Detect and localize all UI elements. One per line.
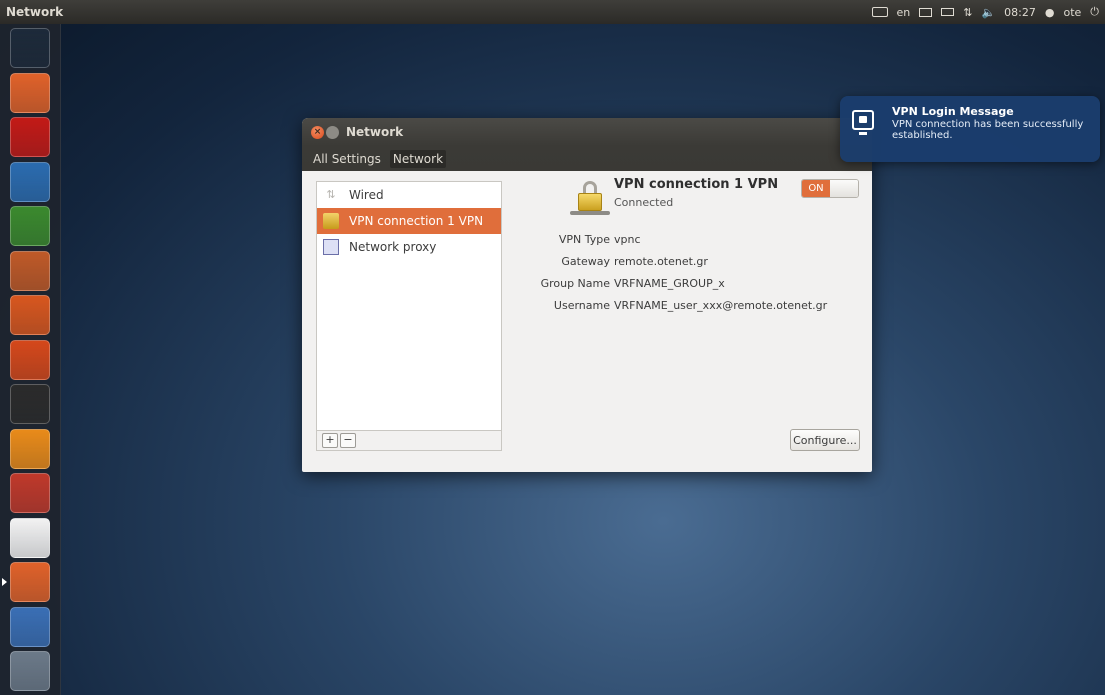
vpn-type-value: vpnc <box>614 233 641 246</box>
dash-icon[interactable] <box>10 28 50 68</box>
notification-title: VPN Login Message <box>892 105 1014 118</box>
network-window: × Network All Settings Network ⇅ Wired V… <box>302 118 872 472</box>
ubuntu-one-icon[interactable] <box>10 339 50 380</box>
toggle-on-label: ON <box>802 180 830 197</box>
configure-button[interactable]: Configure... <box>790 429 860 451</box>
connection-list: ⇅ Wired VPN connection 1 VPN Network pro… <box>316 181 502 451</box>
indicator-area: en ⇅ 🔈 08:27 ● ote ⏻ <box>871 0 1099 24</box>
list-item-label: Wired <box>349 188 384 202</box>
active-app-title: Network <box>6 5 64 19</box>
window-title: Network <box>346 125 404 139</box>
network-settings-icon[interactable] <box>10 562 50 602</box>
user-name[interactable]: ote <box>1063 6 1081 19</box>
vpn-type-label: VPN Type <box>558 233 610 246</box>
vlc-icon[interactable] <box>10 428 50 469</box>
power-icon[interactable]: ⏻ <box>1090 5 1099 19</box>
running-indicator <box>2 578 7 586</box>
workspace-switcher-icon[interactable] <box>10 606 50 647</box>
username-label: Username <box>553 299 610 312</box>
writer-icon[interactable] <box>10 161 50 202</box>
list-item-label: Network proxy <box>349 240 437 254</box>
close-icon[interactable]: × <box>311 126 324 139</box>
window-body: ⇅ Wired VPN connection 1 VPN Network pro… <box>302 171 872 472</box>
wired-icon: ⇅ <box>326 188 336 201</box>
launcher <box>0 24 61 695</box>
text-editor-icon[interactable] <box>10 517 50 558</box>
battery-icon[interactable] <box>941 8 955 16</box>
notification-icon-stand <box>859 132 867 135</box>
opera-icon[interactable] <box>10 117 50 157</box>
system-settings-icon[interactable] <box>10 473 50 513</box>
clock[interactable]: 08:27 <box>1004 6 1036 19</box>
group-name-value: VRFNAME_GROUP_x <box>614 277 725 290</box>
group-name-label: Group Name <box>540 277 610 290</box>
files-icon[interactable] <box>10 72 50 113</box>
minimize-icon[interactable] <box>326 126 339 139</box>
top-panel: Network en ⇅ 🔈 08:27 ● ote ⏻ <box>0 0 1105 24</box>
user-icon[interactable]: ● <box>1045 6 1055 19</box>
software-center-icon[interactable] <box>10 295 50 335</box>
vpn-lock-icon <box>570 181 610 215</box>
toggle-knob[interactable] <box>830 180 858 197</box>
mail-icon[interactable] <box>919 7 933 17</box>
gateway-value: remote.otenet.gr <box>614 255 708 268</box>
breadcrumb-all-settings[interactable]: All Settings <box>310 150 384 168</box>
list-toolbar: + − <box>317 430 501 450</box>
username-value: VRFNAME_user_xxx@remote.otenet.gr <box>614 299 828 312</box>
notification-bubble: VPN Login Message VPN connection has bee… <box>840 96 1100 162</box>
proxy-icon <box>323 239 339 255</box>
vpn-toggle[interactable]: ON <box>801 179 859 198</box>
notification-body: VPN connection has been successfully est… <box>892 119 1084 141</box>
list-item-network-proxy[interactable]: Network proxy <box>317 234 501 260</box>
calc-icon[interactable] <box>10 206 50 246</box>
vpn-notification-icon <box>852 110 874 130</box>
list-item-wired[interactable]: ⇅ Wired <box>317 182 501 208</box>
breadcrumb-network[interactable]: Network <box>389 149 447 168</box>
window-titlebar[interactable]: × Network <box>302 118 872 146</box>
list-item-vpn[interactable]: VPN connection 1 VPN <box>317 208 501 234</box>
terminal-icon[interactable] <box>10 384 50 424</box>
add-connection-button[interactable]: + <box>322 433 338 448</box>
keyboard-icon[interactable] <box>871 7 888 17</box>
connection-status: Connected <box>614 196 674 209</box>
gateway-label: Gateway <box>561 255 610 268</box>
keyboard-layout-label[interactable]: en <box>897 6 911 19</box>
impress-icon[interactable] <box>10 250 50 291</box>
trash-icon[interactable] <box>10 651 50 691</box>
list-item-label: VPN connection 1 VPN <box>349 214 484 228</box>
network-arrows-icon[interactable]: ⇅ <box>963 6 972 19</box>
connection-name: VPN connection 1 VPN <box>614 177 779 192</box>
vpn-lock-icon <box>323 213 339 229</box>
connection-detail: VPN connection 1 VPN Connected ON VPN Ty… <box>514 171 864 471</box>
remove-connection-button[interactable]: − <box>340 433 356 448</box>
volume-icon[interactable]: 🔈 <box>981 6 995 19</box>
breadcrumb: All Settings Network <box>302 146 872 171</box>
